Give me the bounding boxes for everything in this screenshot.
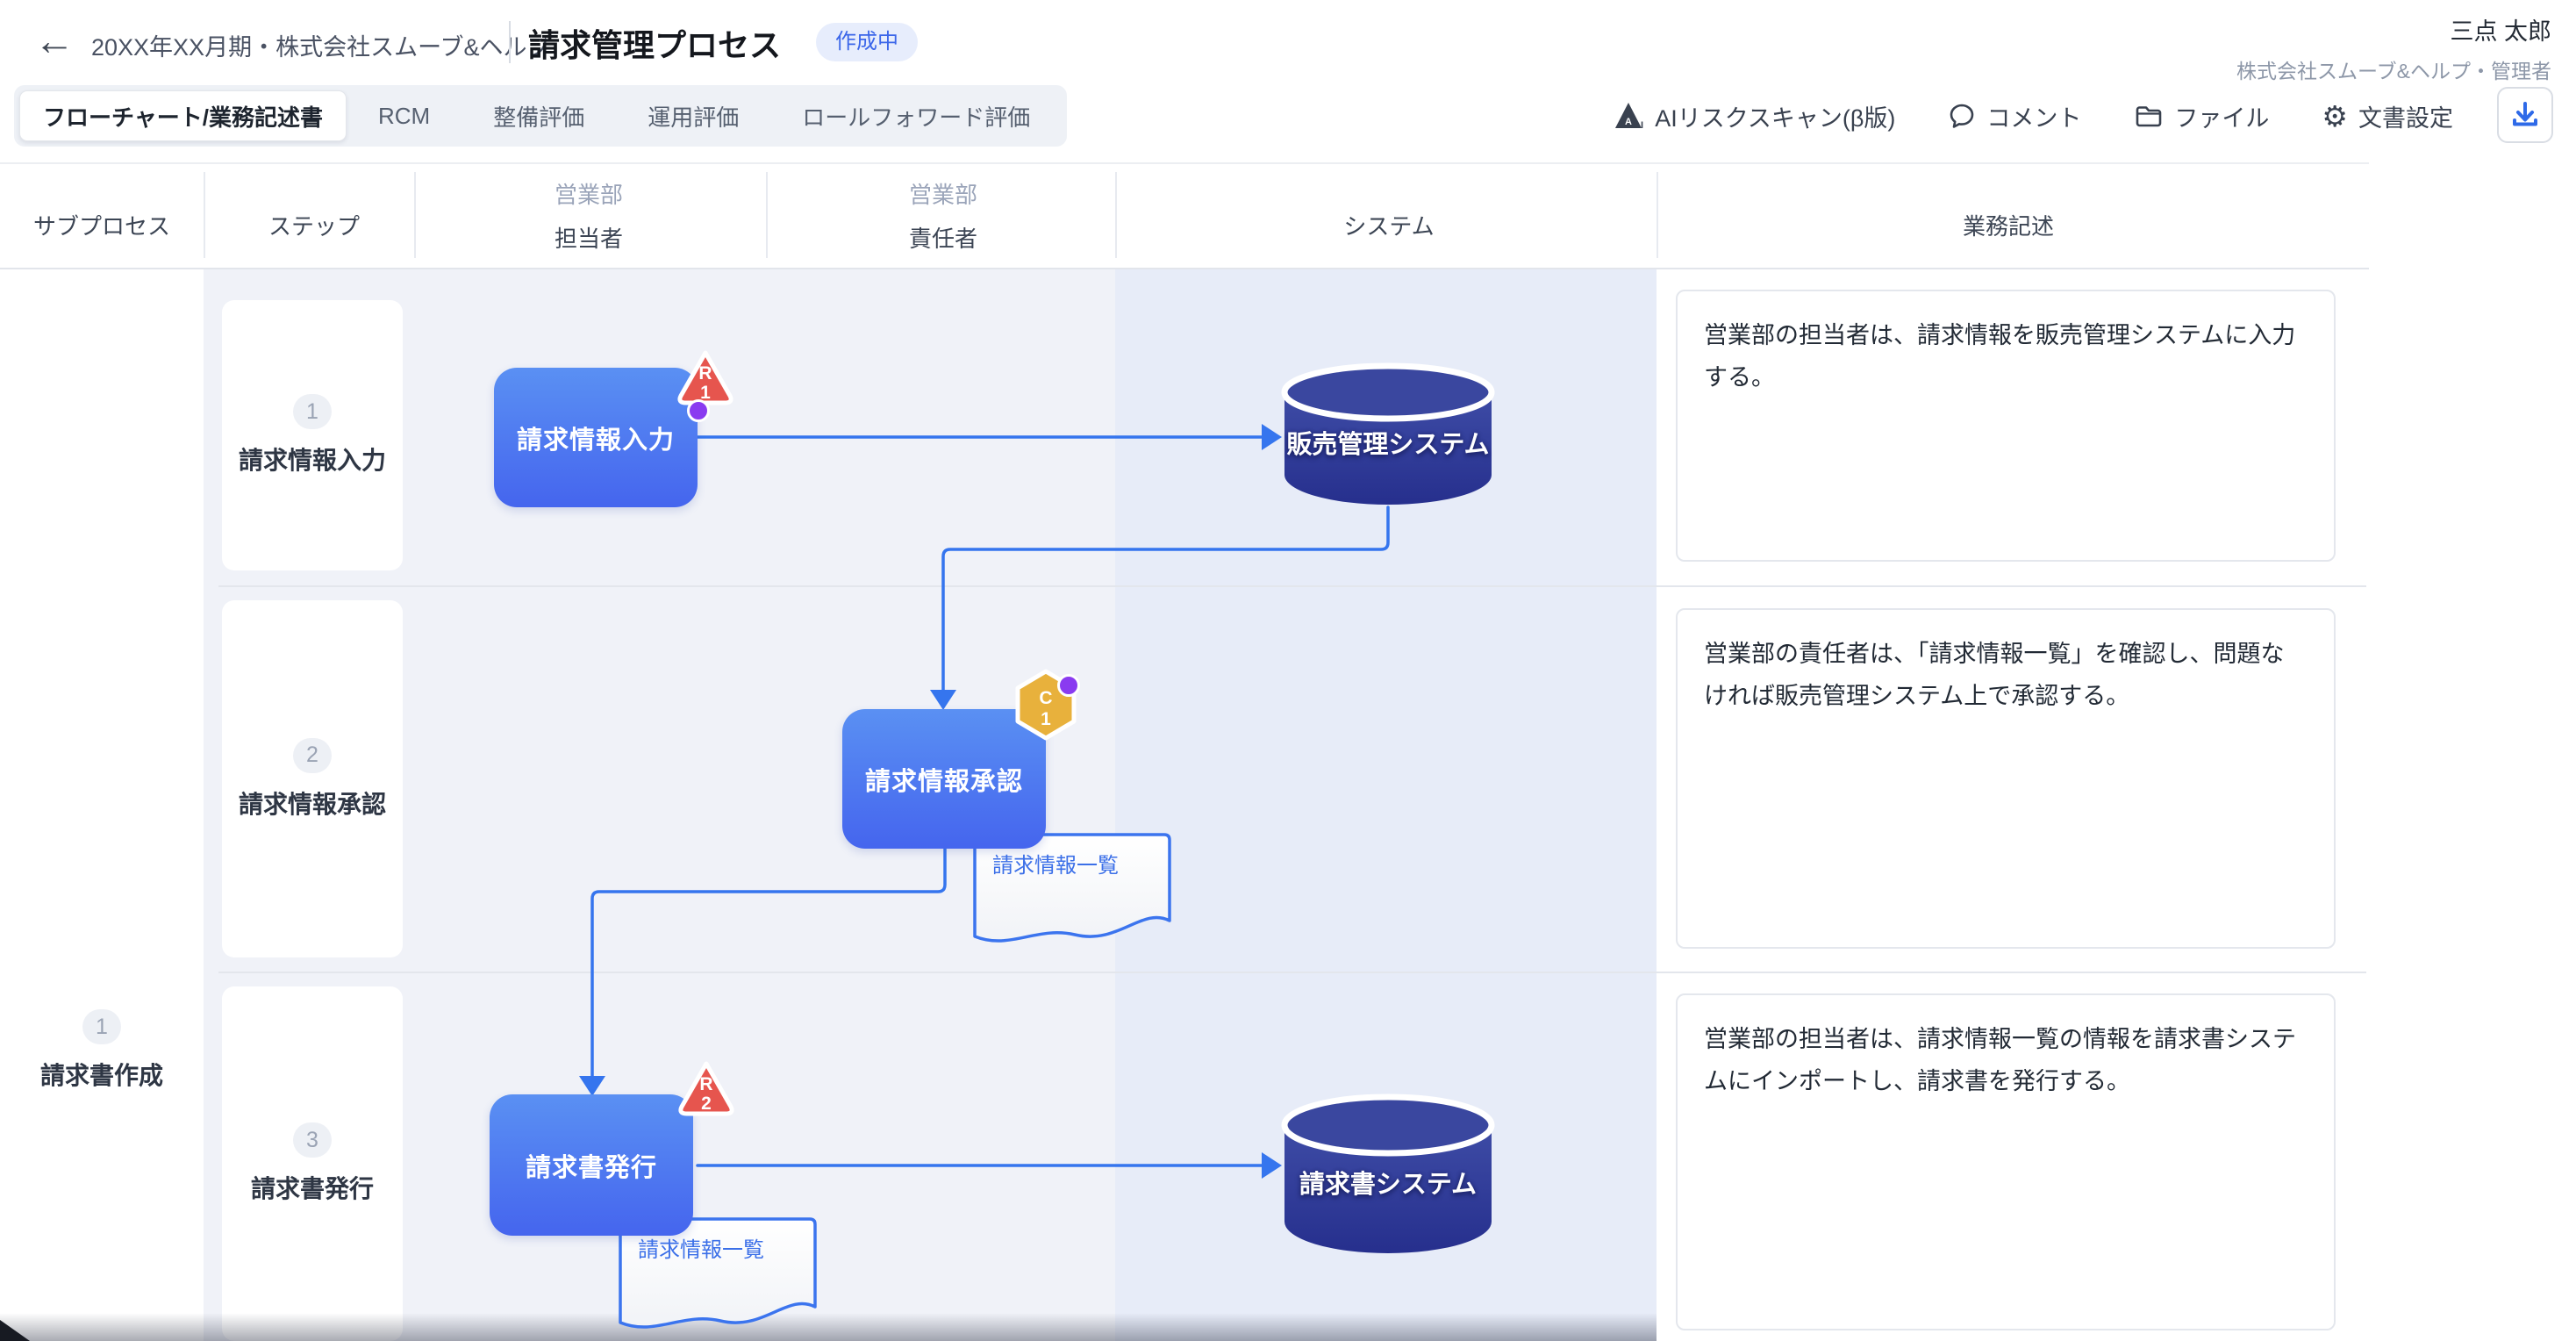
- column-border: [1657, 172, 1658, 258]
- status-badge: 作成中: [816, 23, 918, 61]
- breadcrumb-separator: [509, 21, 511, 63]
- svg-text:C: C: [1039, 688, 1052, 708]
- process-box-seikyu-joho-nyuryoku[interactable]: 請求情報入力: [494, 368, 698, 507]
- column-border: [1115, 172, 1117, 258]
- svg-text:AI: AI: [1634, 120, 1643, 131]
- row-divider: [218, 585, 2366, 587]
- column-header-description: 業務記述: [1963, 209, 2054, 241]
- subprocess-label: 請求書作成: [40, 1057, 163, 1092]
- step-label: 請求情報入力: [239, 441, 386, 477]
- comment-icon: [1948, 102, 1976, 130]
- page-title: 請求管理プロセス: [528, 20, 781, 66]
- document-node-1[interactable]: [971, 831, 1173, 956]
- column-header-sekininsha: 責任者: [909, 221, 977, 254]
- download-icon: [2509, 99, 2541, 131]
- column-header-subprocess: サブプロセス: [33, 209, 170, 241]
- canvas-bottom-shadow: [0, 1313, 1657, 1341]
- description-card-1[interactable]: 営業部の担当者は、請求情報を販売管理システムに入力する。: [1676, 290, 2336, 562]
- user-name: 三点 太郎: [2236, 12, 2551, 47]
- tab-rcm[interactable]: RCM: [347, 90, 462, 141]
- column-header-dept1: 営業部: [555, 177, 623, 210]
- system-node-seikyusho[interactable]: [1281, 1094, 1495, 1259]
- step-number: 3: [293, 1122, 332, 1158]
- tab-flowchart[interactable]: フローチャート/業務記述書: [19, 90, 347, 141]
- tab-seibi-hyoka[interactable]: 整備評価: [462, 90, 616, 141]
- comment-marker-dot[interactable]: [1057, 674, 1080, 697]
- description-card-3[interactable]: 営業部の担当者は、請求情報一覧の情報を請求書システムにインポートし、請求書を発行…: [1676, 993, 2336, 1330]
- files-button[interactable]: ファイル: [2134, 99, 2269, 133]
- svg-text:A: A: [1625, 117, 1632, 127]
- corner-wedge: [0, 1320, 30, 1341]
- toolbar: AI A AIリスクスキャン(β版) コメント ファイル ⚙ 文書設定: [1613, 85, 2453, 147]
- column-header-tantosha: 担当者: [555, 221, 623, 254]
- column-header-dept2: 営業部: [909, 177, 977, 210]
- svg-text:1: 1: [1041, 709, 1051, 729]
- step-number: 1: [293, 394, 332, 429]
- ai-scan-icon: AI A: [1613, 101, 1644, 131]
- description-card-2[interactable]: 営業部の責任者は、「請求情報一覧」を確認し、問題なければ販売管理システム上で承認…: [1676, 608, 2336, 949]
- step-card-1[interactable]: 1 請求情報入力: [222, 300, 403, 570]
- step-label: 請求情報承認: [239, 785, 386, 821]
- breadcrumb[interactable]: 20XX年XX月期・株式会社スムーブ&ヘルプ: [91, 28, 550, 62]
- subprocess-cell[interactable]: 1 請求書作成: [0, 1009, 204, 1092]
- comment-marker-dot[interactable]: [687, 399, 710, 422]
- step-number: 2: [293, 738, 332, 773]
- risk-badge-r2[interactable]: R 2: [672, 1058, 741, 1120]
- svg-text:R: R: [699, 1074, 712, 1094]
- column-header-step: ステップ: [268, 209, 360, 241]
- back-arrow-icon: ←: [34, 17, 75, 64]
- tabbar-bottom-border: [0, 162, 2369, 164]
- process-box-seikyusho-hakko[interactable]: 請求書発行: [490, 1094, 693, 1236]
- app-window: ← 20XX年XX月期・株式会社スムーブ&ヘルプ 請求管理プロセス 作成中 三点…: [0, 0, 2576, 1341]
- tab-unyo-hyoka[interactable]: 運用評価: [616, 90, 770, 141]
- folder-icon: [2134, 102, 2164, 130]
- step-card-3[interactable]: 3 請求書発行: [222, 986, 403, 1341]
- user-role: 株式会社スムーブ&ヘルプ・管理者: [2236, 54, 2551, 84]
- gear-icon: ⚙: [2322, 102, 2348, 131]
- comment-button[interactable]: コメント: [1948, 99, 2081, 133]
- column-border: [414, 172, 416, 258]
- step-label: 請求書発行: [251, 1170, 374, 1205]
- row-divider: [218, 972, 2366, 973]
- download-button[interactable]: [2497, 87, 2553, 143]
- risk-badge-r1[interactable]: R 1: [671, 348, 740, 409]
- tab-rollforward-hyoka[interactable]: ロールフォワード評価: [770, 90, 1062, 141]
- column-border: [766, 172, 768, 258]
- view-tabbar: フローチャート/業務記述書 RCM 整備評価 運用評価 ロールフォワード評価: [14, 85, 1067, 147]
- subprocess-number: 1: [82, 1009, 121, 1044]
- ai-risk-scan-button[interactable]: AI A AIリスクスキャン(β版): [1613, 99, 1895, 133]
- user-menu[interactable]: 三点 太郎 株式会社スムーブ&ヘルプ・管理者: [2236, 12, 2551, 84]
- step-card-2[interactable]: 2 請求情報承認: [222, 600, 403, 957]
- document-settings-button[interactable]: ⚙ 文書設定: [2322, 99, 2453, 133]
- svg-text:2: 2: [701, 1094, 712, 1114]
- system-node-hanbai-kanri[interactable]: [1281, 362, 1495, 510]
- back-button[interactable]: ←: [30, 16, 79, 65]
- column-border: [204, 172, 205, 258]
- column-header-system: システム: [1343, 209, 1434, 241]
- svg-text:R: R: [698, 363, 712, 384]
